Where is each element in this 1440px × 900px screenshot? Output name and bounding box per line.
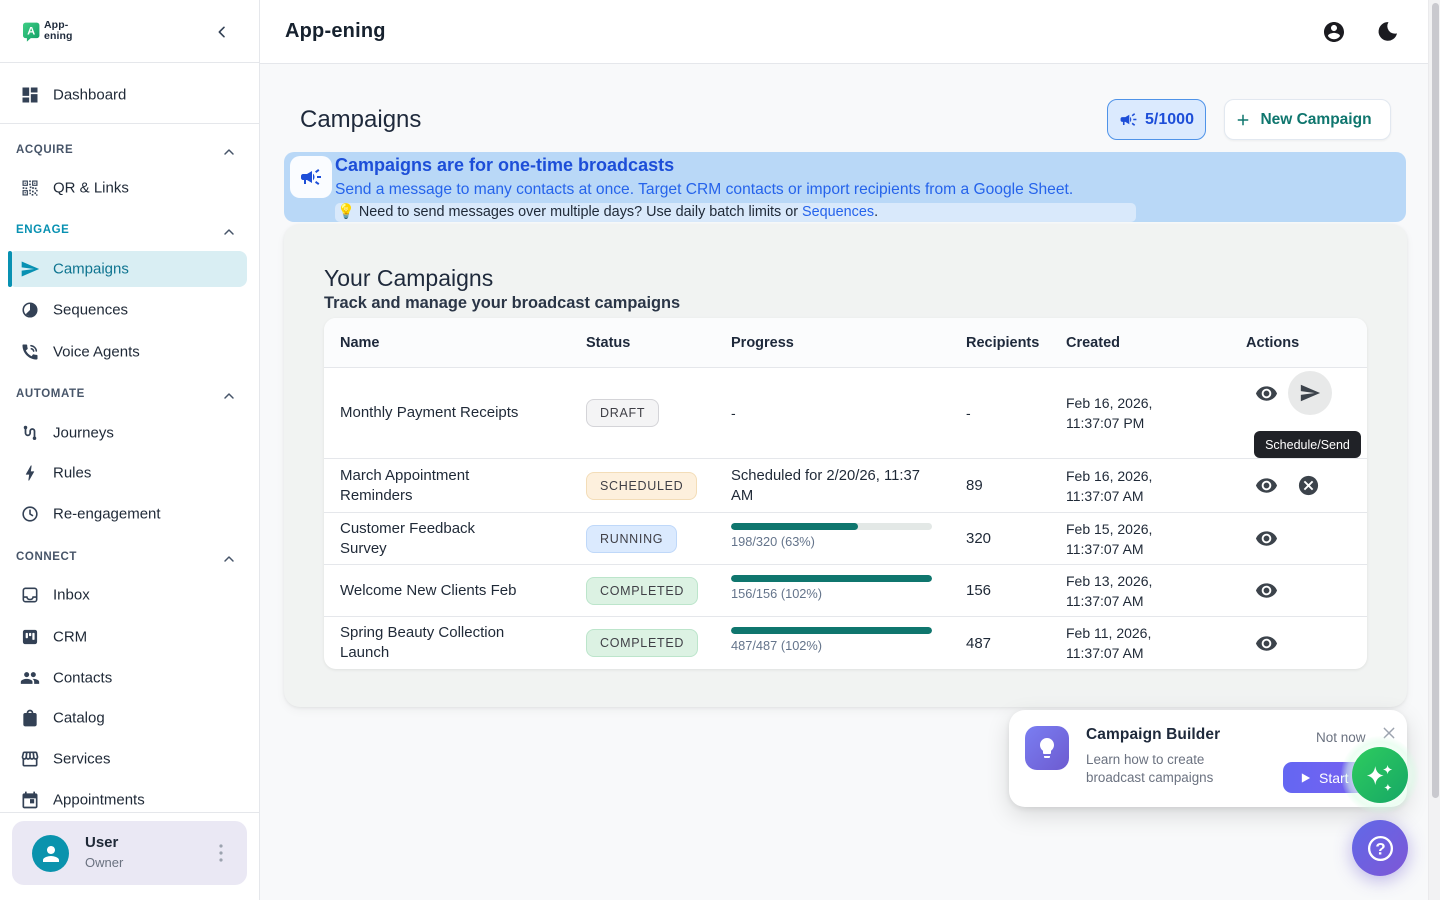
svg-text:?: ? — [1375, 839, 1385, 858]
svg-text:A: A — [27, 26, 35, 38]
